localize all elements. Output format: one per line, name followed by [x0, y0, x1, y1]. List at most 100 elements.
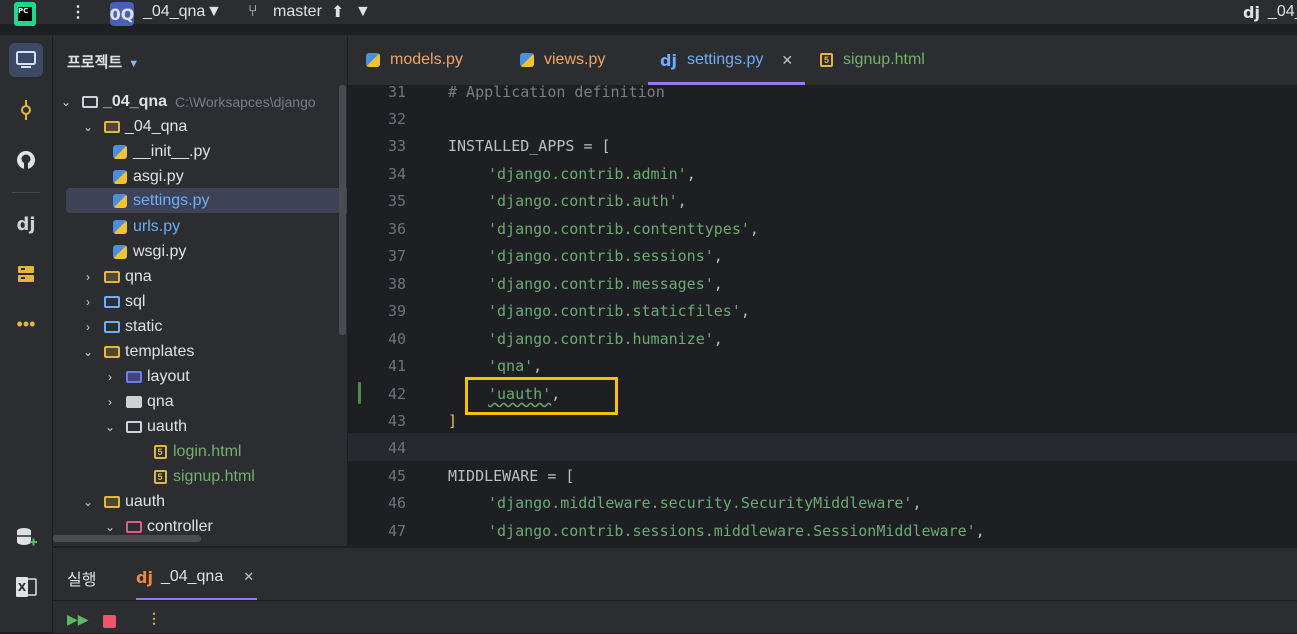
excel-icon[interactable]: X [9, 570, 43, 604]
tab-signup[interactable]: 5 signup.html [820, 35, 925, 85]
horizontal-scrollbar[interactable] [53, 535, 201, 542]
github-icon[interactable] [9, 143, 43, 177]
chevron-down-icon[interactable]: ▼ [355, 0, 371, 24]
more-icon[interactable]: ••• [9, 307, 43, 341]
editor-tab-bar: models.py views.py dj settings.py ✕ 5 si… [348, 35, 1297, 86]
tree-item-label: controller [147, 517, 213, 535]
line-number: 31 [387, 85, 406, 101]
tree-item-folder[interactable]: › sql [53, 289, 347, 314]
python-file-icon [111, 219, 129, 235]
python-icon [366, 53, 380, 67]
comment-text: # Application definition [448, 85, 665, 101]
folder-icon [125, 394, 143, 410]
vertical-scrollbar[interactable] [339, 85, 346, 335]
annotation-highlight-box [465, 377, 618, 415]
title-bar: PC ⋮ 0Q _04_qna ▼ ⑂ master ⬆ ▼ dj _04_ [0, 0, 1297, 26]
chevron-right-icon[interactable]: › [103, 395, 117, 409]
code-line[interactable]: 34 'django.contrib.admin', [348, 160, 1297, 188]
chevron-right-icon[interactable]: › [81, 320, 95, 334]
code-line[interactable]: 35 'django.contrib.auth', [348, 187, 1297, 215]
chevron-down-icon[interactable]: ▼ [206, 0, 222, 24]
project-name[interactable]: _04_qna [143, 0, 205, 24]
structure-icon[interactable] [9, 257, 43, 291]
code-line[interactable]: 36 'django.contrib.contenttypes', [348, 215, 1297, 243]
tree-item-file[interactable]: 5 signup.html [53, 464, 347, 489]
code-line[interactable]: 31 # Application definition [348, 85, 1297, 106]
line-number: 38 [387, 274, 406, 293]
tree-item-folder[interactable]: › qna [53, 389, 347, 414]
tree-item-folder[interactable]: › layout [53, 364, 347, 389]
computer-icon[interactable] [9, 43, 43, 77]
tree-item-file-selected[interactable]: settings.py [66, 188, 347, 213]
tree-item-folder[interactable]: › static [53, 314, 347, 339]
code-line[interactable]: 38 'django.contrib.messages', [348, 270, 1297, 298]
branch-name[interactable]: master [273, 0, 322, 24]
pycharm-logo-icon[interactable]: PC [14, 2, 36, 26]
string-literal: 'django.middleware.security.SecurityMidd… [488, 493, 913, 512]
code-line[interactable]: 32 [348, 105, 1297, 133]
chevron-down-icon[interactable]: ▼ [128, 58, 139, 70]
code-line[interactable]: 39 'django.contrib.staticfiles', [348, 297, 1297, 325]
tree-item-file[interactable]: asgi.py [53, 164, 347, 189]
run-config-name[interactable]: _04_ [1268, 0, 1297, 24]
code-line[interactable]: 46 'django.middleware.security.SecurityM… [348, 489, 1297, 517]
close-icon[interactable]: ✕ [781, 52, 793, 69]
code-line[interactable]: 45 MIDDLEWARE = [ [348, 462, 1297, 490]
line-number: 35 [387, 191, 406, 210]
code-line[interactable]: 41 'qna', [348, 352, 1297, 380]
tab-settings[interactable]: dj settings.py ✕ [660, 35, 793, 85]
main-menu-icon[interactable]: ⋮ [70, 0, 86, 24]
chevron-down-icon[interactable]: ⌄ [103, 520, 117, 534]
tree-item-label: __init__.py [133, 142, 211, 160]
tree-item-folder[interactable]: ⌄ uauth [53, 414, 347, 439]
code-line[interactable]: 47 'django.contrib.sessions.middleware.S… [348, 517, 1297, 545]
tree-item-file[interactable]: 5 login.html [53, 439, 347, 464]
chevron-down-icon[interactable]: ⌄ [103, 420, 117, 434]
more-vertical-icon[interactable]: ⋮ [147, 610, 161, 627]
bracket: ] [448, 411, 458, 430]
tree-item-file[interactable]: __init__.py [53, 139, 347, 164]
project-badge[interactable]: 0Q [110, 2, 134, 26]
chevron-right-icon[interactable]: › [103, 370, 117, 384]
chevron-down-icon[interactable]: ⌄ [81, 495, 95, 509]
run-tab[interactable]: dj _04_qna ✕ [136, 554, 254, 600]
project-panel-header[interactable]: 프로젝트 ▼ [67, 51, 139, 72]
line-number: 34 [387, 164, 406, 183]
tree-item-file[interactable]: wsgi.py [53, 239, 347, 264]
svg-text:X: X [18, 581, 27, 594]
tree-item-label: templates [125, 342, 195, 360]
tree-item-label: wsgi.py [133, 242, 187, 260]
chevron-right-icon[interactable]: › [81, 270, 95, 284]
git-branch-icon: ⑂ [248, 3, 258, 20]
tree-item-label: login.html [173, 442, 242, 460]
chevron-down-icon[interactable]: ⌄ [59, 95, 73, 109]
close-icon[interactable]: ✕ [243, 569, 254, 585]
tab-models[interactable]: models.py [366, 35, 463, 85]
stop-icon[interactable] [103, 615, 116, 628]
push-arrow-icon[interactable]: ⬆ [331, 0, 344, 24]
code-line[interactable]: 37 'django.contrib.sessions', [348, 242, 1297, 270]
tree-item-folder[interactable]: › qna [53, 264, 347, 289]
line-number: 36 [387, 219, 406, 238]
code-editor[interactable]: 31 # Application definition 32 33 INSTAL… [348, 85, 1297, 546]
commit-icon[interactable] [9, 93, 43, 127]
tree-item-root[interactable]: ⌄ _04_qna C:\Worksapces\django [53, 89, 347, 114]
chevron-down-icon[interactable]: ⌄ [81, 120, 95, 134]
rerun-icon[interactable]: ▶▶ [67, 611, 89, 628]
tab-views[interactable]: views.py [520, 35, 605, 85]
line-number: 41 [387, 356, 406, 375]
html-file-icon: 5 [151, 444, 169, 460]
tree-item-folder[interactable]: ⌄ uauth [53, 489, 347, 514]
chevron-down-icon[interactable]: ⌄ [81, 345, 95, 359]
database-add-icon[interactable] [9, 520, 43, 554]
chevron-right-icon[interactable]: › [81, 295, 95, 309]
folder-icon [103, 494, 121, 510]
django-icon[interactable]: dj [9, 207, 43, 241]
tree-item-folder[interactable]: ⌄ templates [53, 339, 347, 364]
tree-item-file[interactable]: urls.py [53, 214, 347, 239]
code-line[interactable]: 44 [348, 434, 1297, 462]
code-line[interactable]: 33 INSTALLED_APPS = [ [348, 132, 1297, 160]
line-number: 44 [387, 438, 406, 457]
code-line[interactable]: 40 'django.contrib.humanize', [348, 325, 1297, 353]
tree-item-folder[interactable]: ⌄ _04_qna [53, 114, 347, 139]
